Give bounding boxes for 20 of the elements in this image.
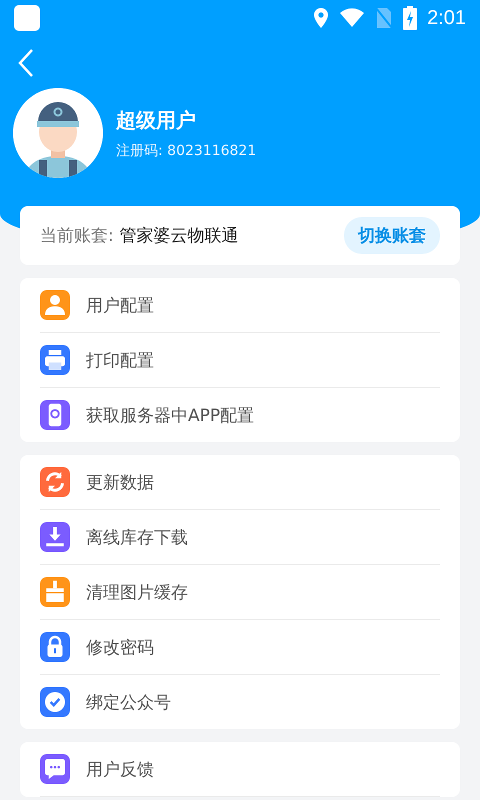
menu-item[interactable]: 用户反馈 — [86, 758, 154, 780]
user-name: 超级用户 — [116, 106, 197, 134]
menu-item[interactable]: 绑定公众号 — [86, 690, 171, 714]
menu-item[interactable]: 离线库存下载 — [86, 526, 188, 548]
account-label: 当前账套: — [40, 225, 114, 247]
location-icon — [313, 7, 330, 29]
menu-item[interactable]: 修改密码 — [86, 636, 154, 658]
menu-item[interactable]: 更新数据 — [86, 470, 154, 494]
no-sim-icon — [375, 7, 394, 29]
menu-item[interactable]: 用户配置 — [86, 294, 154, 316]
app-icon — [14, 5, 40, 31]
registration-code: 注册码: 8023116821 — [116, 142, 256, 160]
back-icon[interactable] — [16, 48, 36, 78]
menu-item[interactable]: 打印配置 — [86, 348, 154, 372]
battery-charging-icon — [403, 6, 418, 30]
account-name: 管家婆云物联通 — [120, 225, 240, 247]
menu-item[interactable]: 获取服务器中APP配置 — [86, 404, 254, 426]
wifi-icon — [339, 8, 366, 28]
menu-item[interactable]: 清理图片缓存 — [86, 580, 188, 604]
clock-time: 2:01 — [427, 6, 466, 30]
